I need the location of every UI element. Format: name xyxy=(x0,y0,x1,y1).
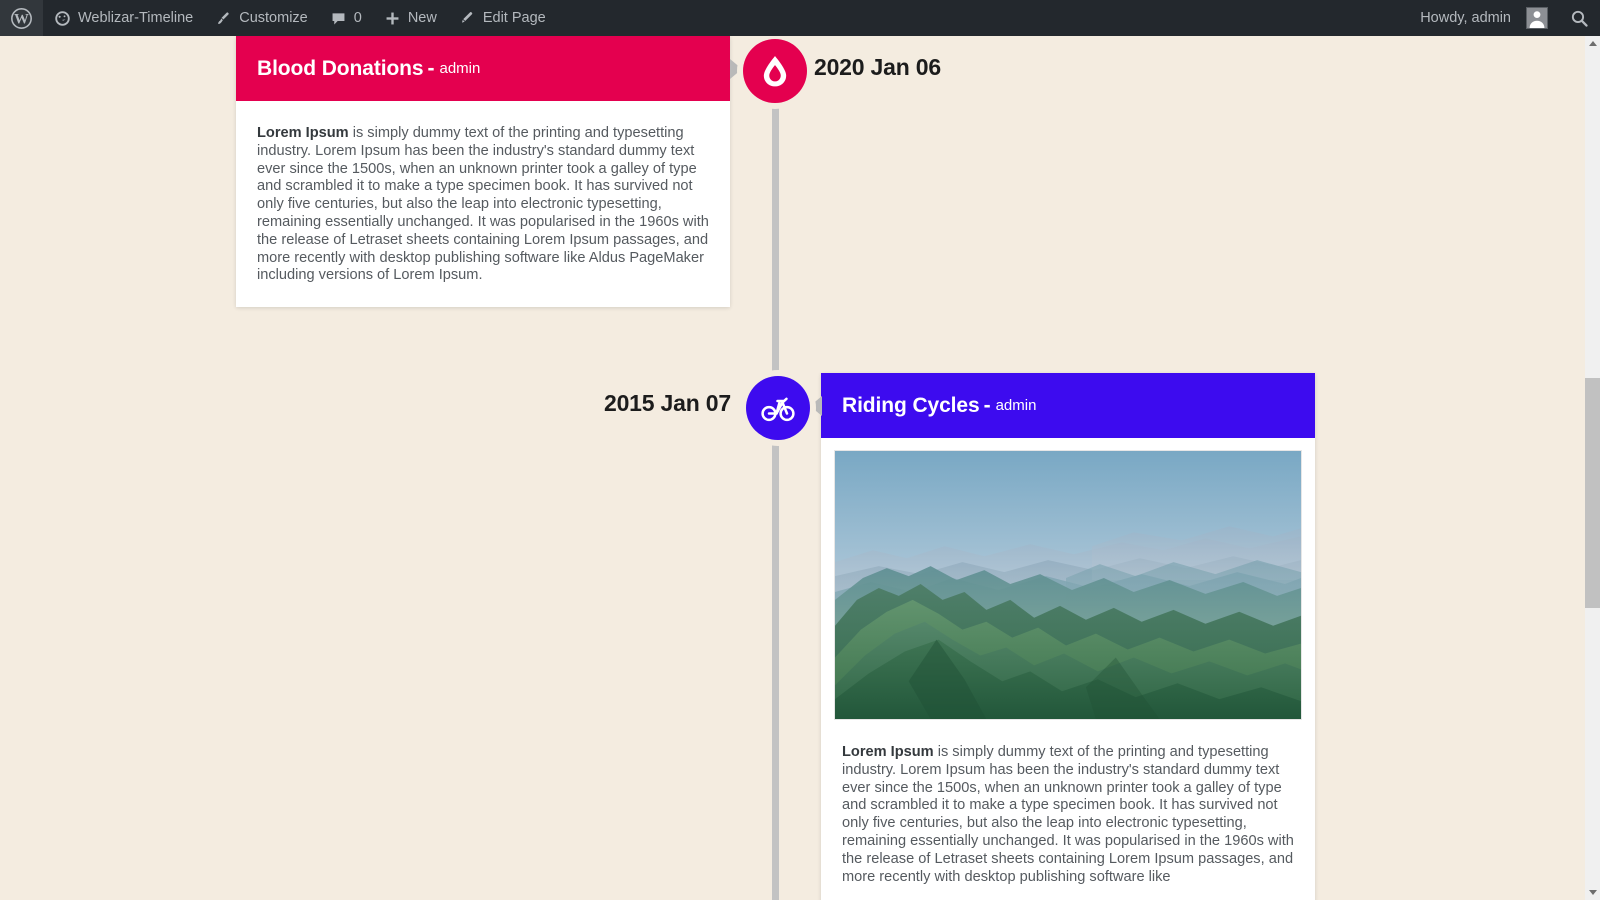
card-pointer-arrow xyxy=(730,59,742,79)
avatar xyxy=(1526,7,1548,29)
card-title: Riding Cycles xyxy=(842,393,980,417)
new-content-menu[interactable]: New xyxy=(373,0,448,36)
chevron-down-icon xyxy=(1588,890,1597,895)
new-label: New xyxy=(407,10,437,26)
wp-admin-bar: W Weblizar-Timeline Customize 0 New Edit… xyxy=(0,0,1600,36)
card-body-text: is simply dummy text of the printing and… xyxy=(842,744,1294,885)
scroll-up-button[interactable] xyxy=(1585,36,1600,51)
paintbrush-icon xyxy=(215,10,232,27)
customize-menu[interactable]: Customize xyxy=(204,0,319,36)
customize-label: Customize xyxy=(239,10,308,26)
timeline-card[interactable]: Blood Donations - admin Lorem Ipsum is s… xyxy=(236,36,730,308)
adminbar-spacer xyxy=(557,0,1409,36)
search-icon xyxy=(1570,9,1589,28)
card-title-separator: - xyxy=(427,56,435,80)
timeline-date: 2020 Jan 06 xyxy=(814,54,941,80)
card-body: Lorem Ipsum is simply dummy text of the … xyxy=(236,101,730,307)
card-title-separator: - xyxy=(983,393,991,417)
timeline-marker[interactable] xyxy=(743,39,807,103)
timeline-date: 2015 Jan 07 xyxy=(604,390,731,416)
search-button[interactable] xyxy=(1559,0,1600,36)
mountain-range-image xyxy=(834,450,1302,720)
card-header: Riding Cycles - admin xyxy=(821,373,1315,438)
timeline-spine xyxy=(772,36,779,900)
plus-icon xyxy=(384,10,401,27)
comment-bubble-icon xyxy=(330,10,347,27)
blood-drop-icon xyxy=(758,54,792,88)
wordpress-logo-icon: W xyxy=(11,7,32,29)
card-author: admin xyxy=(439,60,481,77)
svg-text:W: W xyxy=(14,11,29,27)
card-pointer-arrow xyxy=(810,396,822,416)
dashboard-speedometer-icon xyxy=(54,10,71,27)
card-figure xyxy=(821,438,1315,720)
card-body-lead: Lorem Ipsum xyxy=(842,744,934,760)
adminbar-right-group: Howdy, admin xyxy=(1409,0,1600,36)
card-body: Lorem Ipsum is simply dummy text of the … xyxy=(821,720,1315,900)
card-title: Blood Donations xyxy=(257,56,424,80)
timeline-card[interactable]: Riding Cycles - admin Lorem Ipsum is sim… xyxy=(821,373,1315,900)
chevron-up-icon xyxy=(1588,41,1597,46)
my-account-menu[interactable]: Howdy, admin xyxy=(1409,0,1559,36)
site-name-label: Weblizar-Timeline xyxy=(78,10,194,26)
wp-logo-menu[interactable]: W xyxy=(0,0,43,36)
edit-page-label: Edit Page xyxy=(482,10,546,26)
card-body-text: is simply dummy text of the printing and… xyxy=(257,125,709,284)
comments-menu[interactable]: 0 xyxy=(319,0,373,36)
edit-page-menu[interactable]: Edit Page xyxy=(448,0,557,36)
vertical-scrollbar[interactable] xyxy=(1585,36,1600,900)
bicycle-icon xyxy=(760,390,796,426)
scrollbar-thumb[interactable] xyxy=(1585,378,1600,608)
site-name-menu[interactable]: Weblizar-Timeline xyxy=(43,0,204,36)
howdy-label: Howdy, admin xyxy=(1420,10,1511,26)
timeline-marker[interactable] xyxy=(746,376,810,440)
scroll-down-button[interactable] xyxy=(1585,885,1600,900)
timeline-page: Blood Donations - admin Lorem Ipsum is s… xyxy=(0,36,1585,900)
card-author: admin xyxy=(995,397,1037,414)
comment-count: 0 xyxy=(353,10,362,26)
card-body-lead: Lorem Ipsum xyxy=(257,125,349,141)
card-header: Blood Donations - admin xyxy=(236,36,730,101)
pencil-icon xyxy=(459,10,476,27)
